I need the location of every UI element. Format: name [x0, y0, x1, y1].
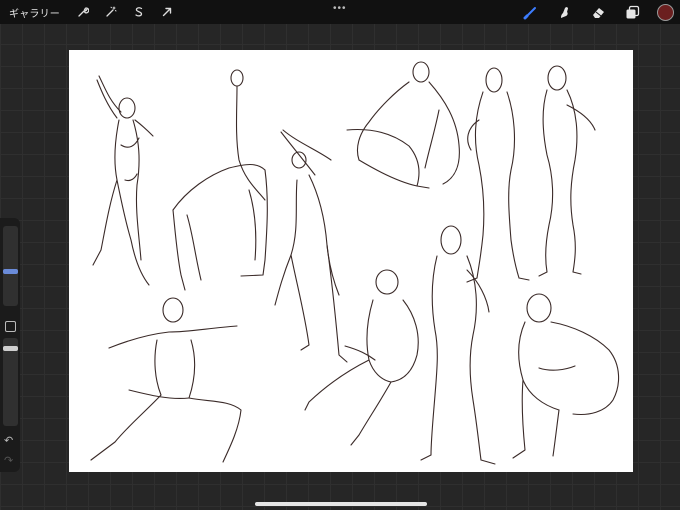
layers-icon[interactable]: [623, 3, 641, 21]
opacity-slider[interactable]: [3, 338, 18, 426]
figure-sketch: [274, 129, 348, 363]
redo-icon[interactable]: ↷: [4, 454, 13, 467]
figure-sketch: [304, 269, 419, 446]
figure-sketch: [346, 61, 460, 189]
gallery-button[interactable]: ギャラリー: [9, 5, 60, 20]
drawing-canvas[interactable]: [69, 50, 633, 472]
transform-arrow-icon[interactable]: [158, 3, 176, 21]
brush-size-handle[interactable]: [3, 269, 18, 274]
figure-sketch: [466, 67, 530, 283]
smudge-icon[interactable]: [555, 3, 573, 21]
undo-icon[interactable]: ↶: [4, 434, 13, 447]
figure-sketch: [172, 69, 268, 291]
figure-sketch: [92, 75, 154, 286]
tool-group: [505, 0, 680, 24]
figure-sketch: [538, 65, 596, 277]
figure-sketch: [420, 225, 496, 465]
opacity-handle[interactable]: [3, 346, 18, 351]
eraser-icon[interactable]: [589, 3, 607, 21]
magic-wand-icon[interactable]: [102, 3, 120, 21]
sidebar: ↶ ↷: [0, 218, 20, 472]
more-options-icon[interactable]: •••: [333, 3, 347, 14]
modify-button[interactable]: [5, 321, 16, 332]
home-indicator[interactable]: [255, 502, 427, 506]
figure-sketch: [512, 293, 620, 459]
brush-icon[interactable]: [521, 3, 539, 21]
color-picker-swatch[interactable]: [657, 3, 674, 21]
toolbar: ギャラリー •••: [0, 0, 680, 24]
gesture-sketches: [90, 61, 620, 465]
figure-sketch: [90, 297, 242, 463]
brush-size-slider[interactable]: [3, 226, 18, 306]
wrench-icon[interactable]: [74, 3, 92, 21]
selection-icon[interactable]: [130, 3, 148, 21]
